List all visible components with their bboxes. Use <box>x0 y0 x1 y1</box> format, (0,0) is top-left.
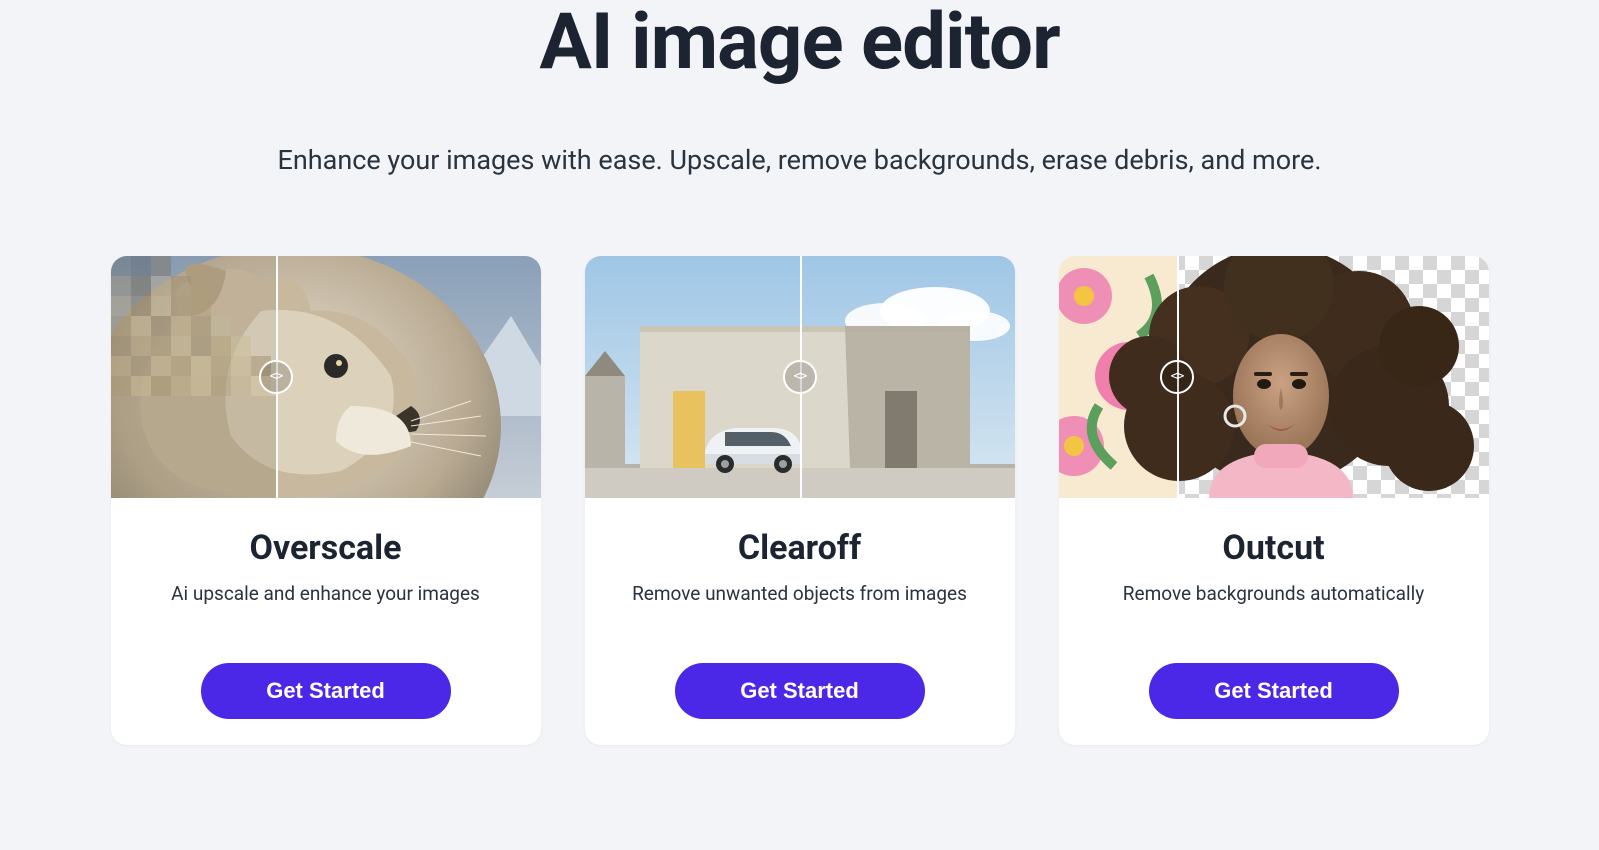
card-outcut-description: Remove backgrounds automatically <box>1089 582 1459 605</box>
get-started-button[interactable]: Get Started <box>201 663 451 719</box>
card-outcut: <> Outcut Remove backgrounds automatical… <box>1059 256 1489 745</box>
card-outcut-body: Outcut Remove backgrounds automatically … <box>1059 498 1489 745</box>
compare-slider-icon[interactable]: <> <box>259 360 293 394</box>
feature-cards: <> Overscale Ai upscale and enhance your… <box>60 256 1539 745</box>
card-overscale-description: Ai upscale and enhance your images <box>141 582 511 605</box>
card-overscale-title: Overscale <box>141 528 511 568</box>
card-outcut-title: Outcut <box>1089 528 1459 568</box>
page-subtitle: Enhance your images with ease. Upscale, … <box>60 144 1539 176</box>
card-overscale: <> Overscale Ai upscale and enhance your… <box>111 256 541 745</box>
page-root: AI image editor Enhance your images with… <box>0 0 1599 745</box>
compare-slider-icon[interactable]: <> <box>783 360 817 394</box>
get-started-button[interactable]: Get Started <box>675 663 925 719</box>
card-overscale-body: Overscale Ai upscale and enhance your im… <box>111 498 541 745</box>
card-clearoff-body: Clearoff Remove unwanted objects from im… <box>585 498 1015 745</box>
page-title: AI image editor <box>60 0 1539 86</box>
card-outcut-image: <> <box>1059 256 1489 498</box>
compare-slider-icon[interactable]: <> <box>1160 360 1194 394</box>
card-clearoff: <> Clearoff Remove unwanted objects from… <box>585 256 1015 745</box>
card-clearoff-image: <> <box>585 256 1015 498</box>
get-started-button[interactable]: Get Started <box>1149 663 1399 719</box>
card-overscale-image: <> <box>111 256 541 498</box>
card-clearoff-description: Remove unwanted objects from images <box>615 582 985 605</box>
card-clearoff-title: Clearoff <box>615 528 985 568</box>
